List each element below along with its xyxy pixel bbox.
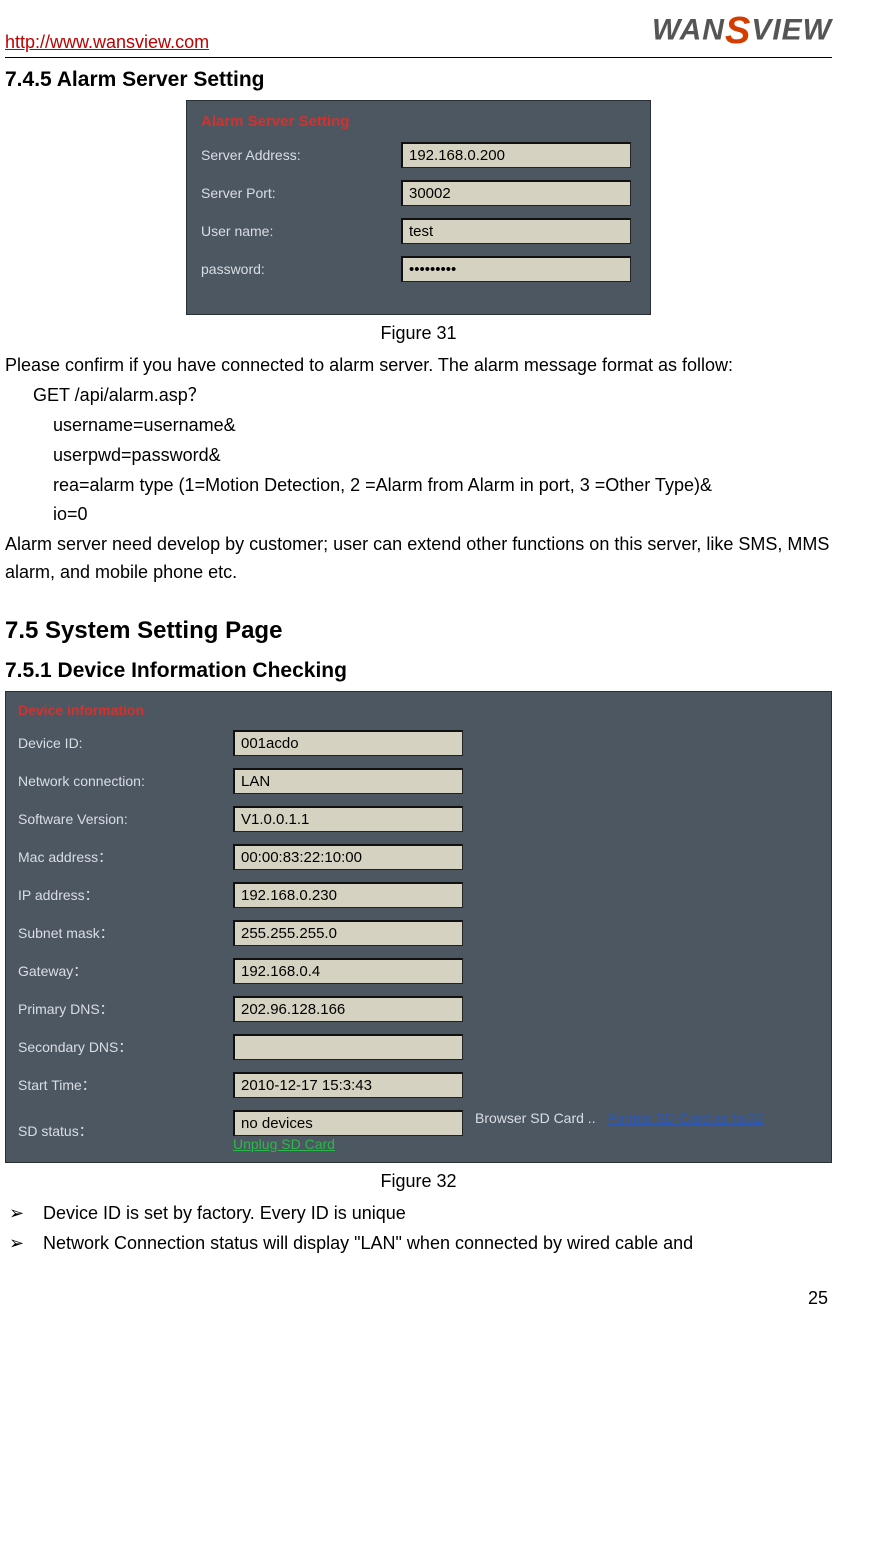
sd-status-label: SD status： [18, 1121, 233, 1141]
bullet-2-text: Network Connection status will display "… [43, 1230, 832, 1258]
alarm-note-text: Alarm server need develop by customer; u… [5, 531, 832, 587]
sd-status-input[interactable] [233, 1110, 463, 1136]
code-line-3: userpwd=password& [5, 442, 832, 470]
bullet-1-text: Device ID is set by factory. Every ID is… [43, 1200, 832, 1228]
start-time-input[interactable] [233, 1072, 463, 1098]
software-input[interactable] [233, 806, 463, 832]
network-input[interactable] [233, 768, 463, 794]
format-sd-link[interactable]: Format SD Card as fat32 [608, 1110, 764, 1126]
site-url-link[interactable]: http://www.wansview.com [5, 32, 209, 53]
heading-7-4-5: 7.4.5 Alarm Server Setting [5, 68, 832, 92]
sdns-label: Secondary DNS： [18, 1037, 233, 1057]
password-label: password: [201, 261, 401, 277]
ip-input[interactable] [233, 882, 463, 908]
unplug-sd-link[interactable]: Unplug SD Card [233, 1136, 335, 1152]
figure-31-caption: Figure 31 [5, 323, 832, 344]
heading-7-5-1: 7.5.1 Device Information Checking [5, 659, 832, 683]
ip-label: IP address： [18, 885, 233, 905]
page-header: http://www.wansview.com WANSVIEW [5, 0, 832, 58]
server-port-input[interactable] [401, 180, 631, 206]
pdns-label: Primary DNS： [18, 999, 233, 1019]
bullet-arrow-icon: ➢ [5, 1230, 43, 1258]
subnet-label: Subnet mask： [18, 923, 233, 943]
alarm-panel-title: Alarm Server Setting [201, 113, 636, 130]
code-line-1: GET /api/alarm.asp？ [5, 382, 832, 410]
gateway-label: Gateway： [18, 961, 233, 981]
code-line-4: rea=alarm type (1=Motion Detection, 2 =A… [5, 472, 832, 500]
page-number: 25 [5, 1288, 832, 1309]
pdns-input[interactable] [233, 996, 463, 1022]
device-id-label: Device ID: [18, 735, 233, 751]
alarm-intro-text: Please confirm if you have connected to … [5, 352, 832, 380]
server-address-label: Server Address: [201, 147, 401, 163]
mac-input[interactable] [233, 844, 463, 870]
network-label: Network connection: [18, 773, 233, 789]
heading-7-5: 7.5 System Setting Page [5, 617, 832, 645]
code-line-2: username=username& [5, 412, 832, 440]
browser-sd-link[interactable]: Browser SD Card .. [475, 1110, 596, 1126]
device-panel-title: Device information [18, 702, 819, 718]
device-info-panel: Device information Device ID: Network co… [5, 691, 832, 1163]
server-address-input[interactable] [401, 142, 631, 168]
start-time-label: Start Time： [18, 1075, 233, 1095]
username-input[interactable] [401, 218, 631, 244]
subnet-input[interactable] [233, 920, 463, 946]
mac-label: Mac address： [18, 847, 233, 867]
code-line-5: io=0 [5, 501, 832, 529]
software-label: Software Version: [18, 811, 233, 827]
wansview-logo: WANSVIEW [652, 10, 832, 53]
password-input[interactable] [401, 256, 631, 282]
server-port-label: Server Port: [201, 185, 401, 201]
figure-32-caption: Figure 32 [5, 1171, 832, 1192]
alarm-server-panel: Alarm Server Setting Server Address: Ser… [186, 100, 651, 315]
device-id-input[interactable] [233, 730, 463, 756]
sdns-input[interactable] [233, 1034, 463, 1060]
gateway-input[interactable] [233, 958, 463, 984]
bullet-arrow-icon: ➢ [5, 1200, 43, 1228]
username-label: User name: [201, 223, 401, 239]
